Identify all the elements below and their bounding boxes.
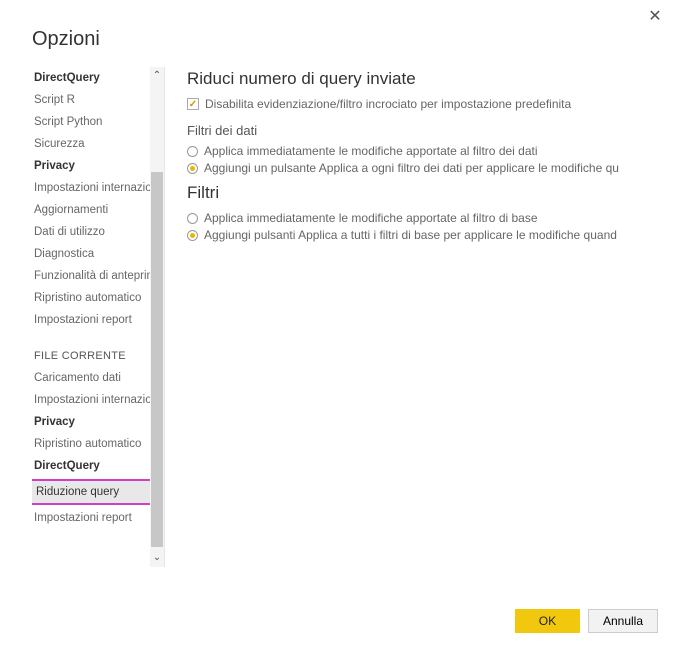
scrollbar[interactable]: ⌃ ⌄ (150, 67, 164, 567)
cancel-button[interactable]: Annulla (588, 609, 658, 633)
nav-file-riduzione-query[interactable]: Riduzione query (32, 479, 154, 505)
nav-privacy[interactable]: Privacy (32, 155, 152, 177)
radio-filter-apply[interactable] (187, 230, 198, 241)
nav-script-python[interactable]: Script Python (32, 111, 152, 133)
main-panel: Riduci numero di query inviate Disabilit… (165, 67, 676, 567)
nav-report-settings[interactable]: Impostazioni report (32, 309, 152, 331)
nav-file-privacy[interactable]: Privacy (32, 411, 152, 433)
close-icon[interactable]: ✕ (646, 8, 664, 26)
nav-intl[interactable]: Impostazioni internazionali (32, 177, 152, 199)
scroll-thumb[interactable] (151, 172, 163, 547)
nav-file-caricamento[interactable]: Caricamento dati (32, 367, 152, 389)
dialog-title: Opzioni (0, 0, 676, 67)
nav-sicurezza[interactable]: Sicurezza (32, 133, 152, 155)
nav-aggiornamenti[interactable]: Aggiornamenti (32, 199, 152, 221)
radio-filter-instant[interactable] (187, 213, 198, 224)
scroll-down-icon[interactable]: ⌄ (150, 549, 164, 567)
nav-autorecover[interactable]: Ripristino automatico (32, 287, 152, 309)
nav-file-intl[interactable]: Impostazioni internazionali (32, 389, 152, 411)
section-title-slicers: Filtri dei dati (187, 123, 676, 138)
nav-directquery[interactable]: DirectQuery (32, 67, 152, 89)
section-title-reduce: Riduci numero di query inviate (187, 69, 676, 89)
nav-dati-utilizzo[interactable]: Dati di utilizzo (32, 221, 152, 243)
nav-file-autorecover[interactable]: Ripristino automatico (32, 433, 152, 455)
radio-label[interactable]: Applica immediatamente le modifiche appo… (204, 144, 538, 158)
nav-diagnostica[interactable]: Diagnostica (32, 243, 152, 265)
radio-label[interactable]: Applica immediatamente le modifiche appo… (204, 211, 538, 225)
section-title-filters: Filtri (187, 183, 676, 203)
ok-button[interactable]: OK (515, 609, 580, 633)
radio-slicer-apply[interactable] (187, 163, 198, 174)
nav-script-r[interactable]: Script R (32, 89, 152, 111)
checkbox-label[interactable]: Disabilita evidenziazione/filtro incroci… (205, 97, 571, 111)
scroll-up-icon[interactable]: ⌃ (150, 67, 164, 85)
nav-file-report-settings[interactable]: Impostazioni report (32, 507, 152, 529)
nav-preview[interactable]: Funzionalità di anteprima (32, 265, 152, 287)
nav-file-directquery[interactable]: DirectQuery (32, 455, 152, 477)
nav-header-file: FILE CORRENTE (32, 345, 152, 367)
sidebar: DirectQuery Script R Script Python Sicur… (32, 67, 165, 567)
radio-slicer-instant[interactable] (187, 146, 198, 157)
radio-label[interactable]: Aggiungi pulsanti Applica a tutti i filt… (204, 228, 617, 242)
radio-label[interactable]: Aggiungi un pulsante Applica a ogni filt… (204, 161, 619, 175)
checkbox-disable-crossfilter[interactable] (187, 98, 199, 110)
